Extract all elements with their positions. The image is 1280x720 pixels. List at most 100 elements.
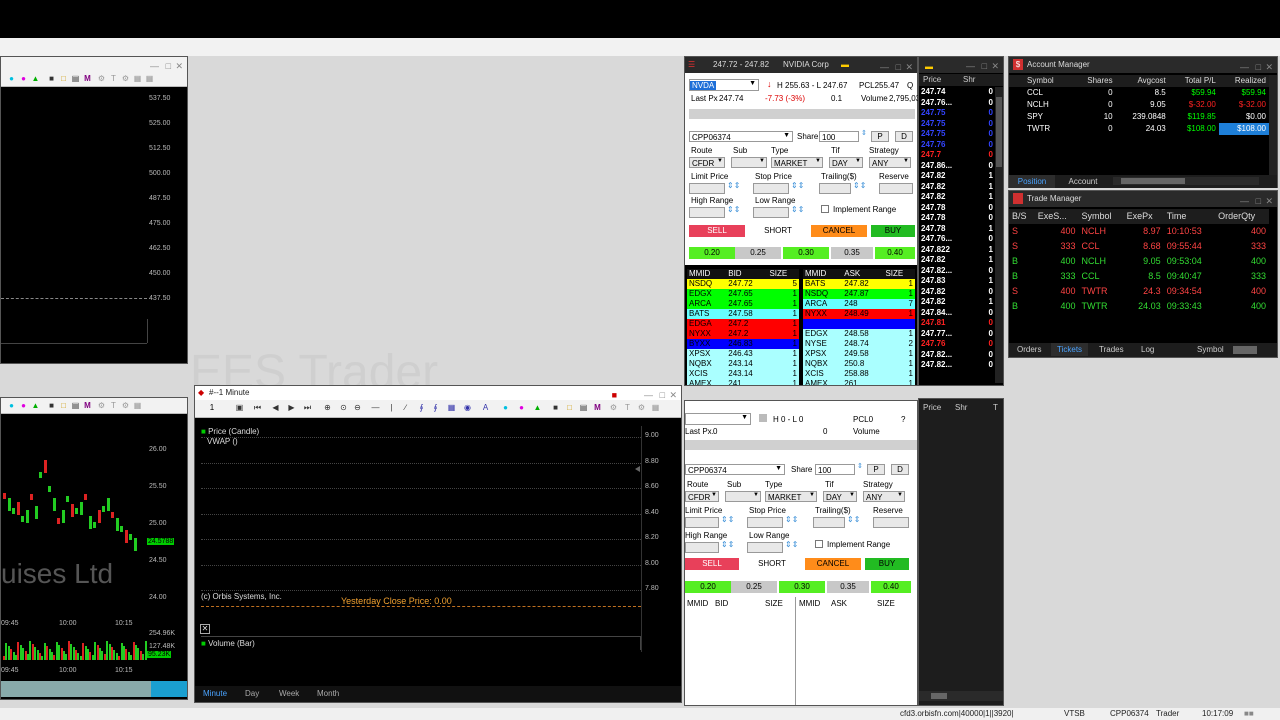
sell-button[interactable]: SELL [689, 225, 745, 237]
scroll-thumb[interactable] [151, 681, 187, 697]
tif-select[interactable]: DAY ▼ [823, 491, 857, 502]
chevron-down-icon[interactable]: ▼ [753, 492, 759, 498]
settings-icon[interactable]: ⚙ [121, 74, 130, 83]
minute-chart-window[interactable]: ◆ #--1 Minute ■ — □ ✕ 1 ▣ ⏮ ◀ ▶ ⏭ ⊕ ⊙ ⊖ … [194, 385, 682, 703]
shape-icon[interactable]: ● [19, 401, 28, 410]
route-select[interactable]: CFDR ▼ [685, 491, 719, 502]
symbol-input[interactable]: NVDA ▼ [689, 79, 759, 91]
close-icon[interactable]: ✕ [1265, 193, 1273, 209]
settings-icon[interactable]: ⚙ [121, 401, 130, 410]
fib-icon[interactable]: ∮ [417, 403, 426, 412]
cancel-button[interactable]: CANCEL [805, 558, 861, 570]
time-sales-window-1[interactable]: ▬ — □ ✕ Price Shr 247.74 0 247.76... 0 247.7… [918, 56, 1004, 386]
ticket-row[interactable]: S 333 CCL 8.68 09:55:44 333 [1009, 239, 1269, 254]
col-bs[interactable]: B/S [1009, 209, 1035, 224]
stepper-icon[interactable]: ⇕⇕ [721, 515, 734, 524]
sub-select[interactable]: ▼ [731, 157, 767, 168]
period-select[interactable]: 1 [205, 403, 219, 412]
tab-log[interactable]: Log [1141, 345, 1154, 354]
short-button[interactable]: SHORT [743, 558, 801, 570]
stepper-icon[interactable]: ⇕ [861, 129, 867, 137]
chevron-down-icon[interactable]: ▼ [717, 158, 723, 164]
account-select[interactable]: CPP06374 ▼ [685, 464, 785, 475]
limit-price-input[interactable] [689, 183, 725, 194]
col-shares[interactable]: Shares [1073, 75, 1115, 87]
stepper-icon[interactable]: ⇕⇕ [727, 205, 740, 214]
window-titlebar[interactable]: — □ ✕ [1, 57, 187, 71]
grid-icon[interactable]: ▦ [133, 401, 142, 410]
book-row[interactable]: NSDQ 247.87 1 [803, 289, 915, 299]
book-row[interactable]: NYXX 248.49 1 [803, 309, 915, 319]
marker-icon[interactable]: M [83, 401, 92, 410]
book-row[interactable]: ARCA 247.65 1 [687, 299, 799, 309]
ticket-row[interactable]: B 400 TWTR 24.03 09:33:43 400 [1009, 299, 1269, 314]
book-row[interactable]: AMEX 261 1 [803, 379, 915, 385]
stop-price-input[interactable] [753, 183, 789, 194]
zoom-in-icon[interactable]: ⊕ [323, 403, 332, 412]
position-row[interactable]: SPY 10 239.0848 $119.85 $0.00 [1009, 111, 1269, 123]
trendline-icon[interactable]: ∕ [401, 403, 410, 412]
first-icon[interactable]: ⏮ [253, 403, 262, 412]
book-row[interactable]: EDGA 247.2 1 [687, 319, 799, 329]
position-row[interactable]: CCL 0 8.5 $59.94 $59.94 [1009, 87, 1269, 99]
shape-icon[interactable]: ● [501, 403, 510, 412]
grid-icon[interactable]: ▦ [145, 74, 154, 83]
low-range-input[interactable] [753, 207, 789, 218]
col-exe-px[interactable]: ExePx [1124, 209, 1164, 224]
chart-window-bottom-left[interactable]: ● ● ▲ ■ □ ▤ M ⚙ T ⚙ ▦ 26.00 25.50 25.00 24.… [0, 397, 188, 700]
settings-icon[interactable]: ⚙ [97, 401, 106, 410]
increment-button[interactable]: 0.35 [831, 247, 873, 259]
next-icon[interactable]: ▶ [287, 403, 296, 412]
save-icon[interactable]: ■ [47, 74, 56, 83]
tab-orders[interactable]: Orders [1017, 345, 1041, 354]
book-row[interactable]: XPSX 249.58 1 [803, 349, 915, 359]
tab-position[interactable]: Position [1009, 175, 1055, 188]
up-arrow-icon[interactable]: ▲ [31, 401, 40, 410]
chevron-down-icon[interactable]: ▼ [749, 80, 756, 87]
high-range-input[interactable] [689, 207, 725, 218]
book-row[interactable]: BATS 247.58 1 [687, 309, 799, 319]
chevron-down-icon[interactable]: ▼ [759, 158, 765, 164]
share-input[interactable]: 100 [815, 464, 855, 475]
grid-icon[interactable]: ▦ [651, 403, 660, 412]
low-range-input[interactable] [747, 542, 783, 553]
globe-icon[interactable]: ◉ [463, 403, 472, 412]
chevron-down-icon[interactable]: ▼ [775, 465, 782, 472]
close-panel-icon[interactable]: ✕ [200, 624, 210, 634]
short-button[interactable]: SHORT [749, 225, 807, 237]
print-icon[interactable]: ▤ [579, 403, 588, 412]
stop-price-input[interactable] [747, 517, 783, 528]
increment-button[interactable]: 0.30 [779, 581, 825, 593]
text-icon[interactable]: T [109, 401, 118, 410]
close-icon[interactable]: ✕ [991, 59, 999, 73]
chevron-down-icon[interactable]: ▼ [815, 158, 821, 164]
settings-icon[interactable]: ⚙ [97, 74, 106, 83]
scroll-thumb[interactable] [996, 97, 1002, 167]
chevron-down-icon[interactable]: ▼ [741, 414, 748, 421]
sub-select[interactable]: ▼ [725, 491, 761, 502]
stepper-icon[interactable]: ⇕⇕ [791, 181, 804, 190]
col-total-pl[interactable]: Total P/L [1169, 75, 1219, 87]
reserve-input[interactable] [873, 517, 909, 528]
scrollbar[interactable] [1269, 75, 1277, 175]
save-icon[interactable]: ■ [47, 401, 56, 410]
tab-day[interactable]: Day [245, 689, 259, 698]
chevron-down-icon[interactable]: ▼ [855, 158, 861, 164]
zoom-icon[interactable]: ⊙ [339, 403, 348, 412]
chevron-down-icon[interactable]: ▼ [783, 132, 790, 139]
prev-icon[interactable]: ◀ [271, 403, 280, 412]
p-button[interactable]: P [867, 464, 885, 475]
tab-week[interactable]: Week [279, 689, 299, 698]
trailing-input[interactable] [813, 517, 845, 528]
trailing-input[interactable] [819, 183, 851, 194]
shape-icon[interactable]: ● [19, 74, 28, 83]
up-arrow-icon[interactable]: ▲ [533, 403, 542, 412]
text-icon[interactable]: T [623, 403, 632, 412]
tab-symbol[interactable]: Symbol [1197, 345, 1224, 354]
col-symbol[interactable]: Symbol [1079, 209, 1124, 224]
window-titlebar[interactable]: $ Account Manager — □ ✕ [1009, 57, 1277, 73]
col-realized[interactable]: Realized [1219, 75, 1269, 87]
stepper-icon[interactable]: ⇕⇕ [853, 181, 866, 190]
position-row[interactable]: TWTR 0 24.03 $108.00 $108.00 [1009, 123, 1269, 135]
p-button[interactable]: P [871, 131, 889, 142]
